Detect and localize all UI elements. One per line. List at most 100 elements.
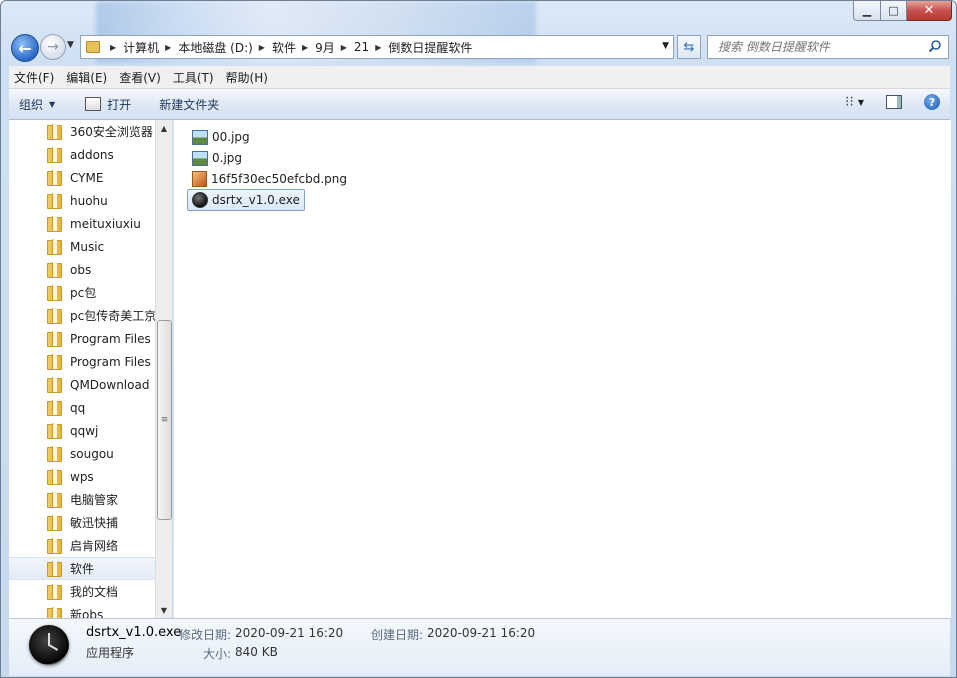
sidebar-item-program-files-2[interactable]: Program Files (9, 350, 155, 373)
folder-icon (47, 124, 62, 140)
menu-view[interactable]: 查看(V) (114, 69, 166, 86)
search-box[interactable] (707, 35, 949, 59)
file-item[interactable]: 00.jpg (188, 127, 254, 147)
sidebar-item-label: obs (70, 262, 92, 277)
file-item[interactable]: 0.jpg (188, 148, 246, 168)
details-modified-value: 2020-09-21 16:20 (235, 626, 344, 640)
sidebar-item-360-browser[interactable]: 360安全浏览器 (9, 120, 155, 143)
sidebar-item-label: wps (70, 469, 94, 484)
folder-icon (47, 308, 62, 324)
menu-tools[interactable]: 工具(T) (168, 69, 219, 86)
chevron-right-icon[interactable]: ▶ (259, 43, 265, 52)
chevron-right-icon[interactable]: ▶ (165, 43, 171, 52)
sidebar-item-label: 我的文档 (70, 585, 119, 599)
chevron-right-icon[interactable]: ▶ (375, 43, 381, 52)
sidebar-item-qmdownload[interactable]: QMDownload (9, 373, 155, 396)
menu-help[interactable]: 帮助(H) (221, 69, 273, 86)
breadcrumb-september[interactable]: 9月 ▶ (315, 39, 354, 56)
search-input[interactable] (716, 39, 930, 55)
organize-button[interactable]: 组织 ▼ (9, 89, 63, 119)
navigation-pane-scrollbar[interactable]: ▲ ≡ ▼ (155, 120, 172, 618)
sidebar-item-label: CYME (70, 170, 104, 185)
chevron-right-icon[interactable]: ▶ (341, 43, 347, 52)
grip-icon: ≡ (160, 415, 169, 425)
sidebar-item-huohu[interactable]: huohu (9, 189, 155, 212)
breadcrumb-drive-d[interactable]: 本地磁盘 (D:) ▶ (178, 39, 272, 56)
sidebar-item-wps[interactable]: wps (9, 465, 155, 488)
sidebar-item-new-obs[interactable]: 新obs (9, 603, 155, 618)
scroll-down-icon[interactable]: ▼ (156, 602, 172, 618)
address-history-dropdown[interactable]: ▼ (662, 41, 669, 51)
folder-icon (47, 193, 62, 209)
file-item[interactable]: 16f5f30ec50efcbd.png (188, 169, 351, 189)
sidebar-item-software[interactable]: 软件 (9, 557, 155, 580)
preview-pane-icon[interactable] (886, 95, 902, 109)
sidebar-item-obs[interactable]: obs (9, 258, 155, 281)
recent-pages-dropdown[interactable]: ▼ (67, 40, 74, 50)
breadcrumb-label: 9月 (315, 40, 335, 55)
sidebar-item-label: Music (70, 239, 105, 254)
folder-icon (47, 446, 62, 462)
sidebar-item-addons[interactable]: addons (9, 143, 155, 166)
chevron-down-icon[interactable]: ▼ (858, 98, 864, 107)
scroll-up-icon[interactable]: ▲ (156, 120, 172, 136)
caption-buttons: ▁ □ ✕ (853, 1, 952, 21)
menu-file[interactable]: 文件(F) (9, 69, 59, 86)
sidebar-item-program-files[interactable]: Program Files (9, 327, 155, 350)
menu-edit[interactable]: 编辑(E) (61, 69, 112, 86)
open-button[interactable]: 打开 (77, 89, 139, 119)
address-bar[interactable]: ▶ 计算机 ▶ 本地磁盘 (D:) ▶ 软件 ▶ 9月 ▶ 21 ▶ 倒数日提醒软件 ▼ (80, 35, 674, 59)
chevron-right-icon[interactable]: ▶ (110, 43, 116, 52)
breadcrumb-computer[interactable]: 计算机 ▶ (123, 39, 178, 56)
help-icon[interactable]: ? (924, 94, 940, 110)
sidebar-item-qq[interactable]: qq (9, 396, 155, 419)
details-size-label: 大小: (203, 647, 232, 661)
breadcrumb-21[interactable]: 21 ▶ (354, 40, 388, 54)
refresh-button[interactable]: ⇆ (677, 35, 701, 59)
sidebar-item-label: 360安全浏览器 (70, 125, 153, 139)
jpg-image-icon (192, 150, 208, 166)
sidebar-item-cyme[interactable]: CYME (9, 166, 155, 189)
sidebar-item-meituxiuxiu[interactable]: meituxiuxiu (9, 212, 155, 235)
sidebar-item-label: 电脑管家 (70, 493, 119, 507)
sidebar-item-label: pc包传奇美工京 (70, 309, 155, 323)
sidebar-item-label: 启肯网络 (70, 539, 119, 553)
sidebar-item-minxun[interactable]: 敏迅快捕 (9, 511, 155, 534)
navigation-pane: 360安全浏览器 addons CYME huohu meituxiuxiu M… (9, 120, 155, 618)
new-folder-button[interactable]: 新建文件夹 (151, 89, 227, 119)
folder-icon (47, 607, 62, 618)
sidebar-item-pc-manager[interactable]: 电脑管家 (9, 488, 155, 511)
sidebar-item-label: addons (70, 147, 114, 162)
folder-icon (47, 354, 62, 370)
chevron-down-icon: ▼ (67, 40, 74, 50)
sidebar-item-my-documents[interactable]: 我的文档 (9, 580, 155, 603)
back-button[interactable]: ← (11, 34, 39, 62)
search-icon[interactable] (928, 39, 942, 53)
clock-app-icon (192, 192, 208, 208)
forward-button[interactable]: → (40, 34, 66, 60)
minimize-button[interactable]: ▁ (853, 1, 881, 21)
close-icon: ✕ (923, 3, 935, 18)
folder-icon (47, 561, 62, 577)
sidebar-item-qqwj[interactable]: qqwj (9, 419, 155, 442)
sidebar-item-music[interactable]: Music (9, 235, 155, 258)
breadcrumb-label: 软件 (271, 40, 296, 55)
file-item-selected[interactable]: dsrtx_v1.0.exe (187, 189, 305, 211)
chevron-right-icon[interactable]: ▶ (302, 43, 308, 52)
folder-icon (47, 216, 62, 232)
breadcrumb-label: 21 (353, 40, 370, 54)
command-bar-right: ⁝⁝ ▼ ? (845, 94, 940, 110)
close-button[interactable]: ✕ (907, 1, 952, 21)
breadcrumb-software[interactable]: 软件 ▶ (272, 39, 315, 56)
maximize-button[interactable]: □ (881, 1, 907, 21)
sidebar-item-label: 软件 (70, 562, 95, 576)
breadcrumb-current-folder[interactable]: 倒数日提醒软件 (388, 39, 472, 56)
scrollbar-thumb[interactable]: ≡ (157, 320, 172, 520)
sidebar-item-qiken[interactable]: 启肯网络 (9, 534, 155, 557)
sidebar-item-pc-bao-chuanqi[interactable]: pc包传奇美工京 (9, 304, 155, 327)
sidebar-item-pc-bao[interactable]: pc包 (9, 281, 155, 304)
file-list: 00.jpg 0.jpg 16f5f30ec50efcbd.png dsrtx_… (173, 120, 951, 618)
sidebar-item-sougou[interactable]: sougou (9, 442, 155, 465)
view-options-icon[interactable]: ⁝⁝ (845, 94, 854, 110)
folder-icon (47, 423, 62, 439)
